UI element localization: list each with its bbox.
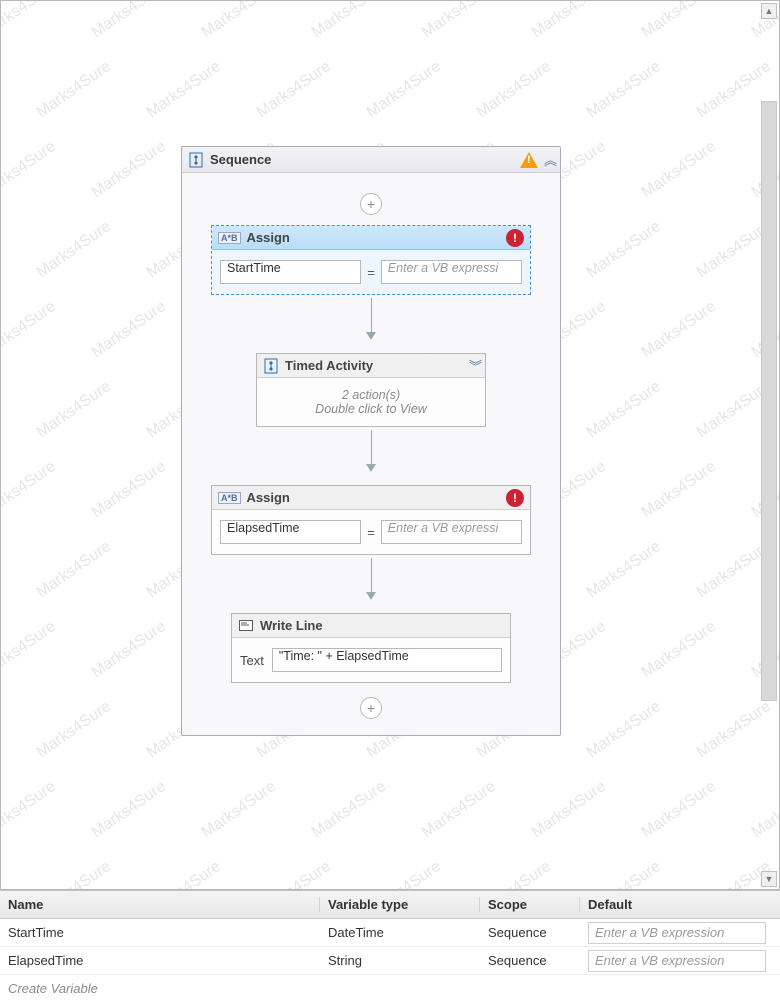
var-scope[interactable]: Sequence <box>480 953 580 968</box>
flow-arrow <box>366 427 376 475</box>
timed-actions-count: 2 action(s) <box>265 388 477 402</box>
col-scope[interactable]: Scope <box>480 897 580 912</box>
writeline-text-field[interactable]: "Time: " + ElapsedTime <box>272 648 502 672</box>
writeline-text-label: Text <box>240 653 264 668</box>
col-default[interactable]: Default <box>580 897 780 912</box>
error-icon: ! <box>506 489 524 507</box>
equals-sign: = <box>367 265 375 280</box>
writeline-header[interactable]: Write Line <box>232 614 510 638</box>
var-type[interactable]: DateTime <box>320 925 480 940</box>
flow-arrow <box>366 295 376 343</box>
variable-row[interactable]: StartTime DateTime Sequence Enter a VB e… <box>0 919 780 947</box>
collapse-icon[interactable]: ︽ <box>544 150 554 169</box>
scrollbar-thumb[interactable] <box>761 101 777 701</box>
sequence-icon <box>188 152 204 168</box>
var-default-field[interactable]: Enter a VB expression <box>588 950 766 972</box>
assign1-label: Assign <box>247 230 524 245</box>
assign2-header[interactable]: A*B Assign ! <box>212 486 530 510</box>
timed-label: Timed Activity <box>285 358 469 373</box>
writeline-icon <box>238 618 254 634</box>
writeline-activity[interactable]: Write Line Text "Time: " + ElapsedTime <box>231 613 511 683</box>
var-scope[interactable]: Sequence <box>480 925 580 940</box>
sequence-title: Sequence <box>210 152 520 167</box>
assign2-value-field[interactable]: Enter a VB expressi <box>381 520 522 544</box>
warning-icon <box>520 152 538 168</box>
add-activity-top[interactable]: + <box>360 193 382 215</box>
variable-row[interactable]: ElapsedTime String Sequence Enter a VB e… <box>0 947 780 975</box>
error-icon: ! <box>506 229 524 247</box>
timed-hint: Double click to View <box>265 402 477 416</box>
flow-arrow <box>366 555 376 603</box>
create-variable[interactable]: Create Variable <box>0 975 780 1002</box>
col-name[interactable]: Name <box>0 897 320 912</box>
var-name[interactable]: StartTime <box>0 925 320 940</box>
var-default-field[interactable]: Enter a VB expression <box>588 922 766 944</box>
sequence-activity[interactable]: Sequence ︽ + A*B Assign ! StartTime = En… <box>181 146 561 736</box>
timed-activity[interactable]: Timed Activity ︾ 2 action(s) Double clic… <box>256 353 486 427</box>
equals-sign: = <box>367 525 375 540</box>
scroll-down-button[interactable]: ▼ <box>761 871 777 887</box>
assign2-label: Assign <box>247 490 524 505</box>
add-activity-bottom[interactable]: + <box>360 697 382 719</box>
variables-header-row: Name Variable type Scope Default <box>0 891 780 919</box>
var-name[interactable]: ElapsedTime <box>0 953 320 968</box>
assign1-value-field[interactable]: Enter a VB expressi <box>381 260 522 284</box>
assign-activity-elapsedtime[interactable]: A*B Assign ! ElapsedTime = Enter a VB ex… <box>211 485 531 555</box>
assign1-to-field[interactable]: StartTime <box>220 260 361 284</box>
workflow-canvas[interactable]: Marks4SureMarks4SureMarks4SureMarks4Sure… <box>0 0 780 890</box>
sequence-header[interactable]: Sequence ︽ <box>182 147 560 173</box>
assign1-header[interactable]: A*B Assign ! <box>212 226 530 250</box>
assign-icon: A*B <box>218 232 241 244</box>
var-type[interactable]: String <box>320 953 480 968</box>
sequence-icon <box>263 358 279 374</box>
assign-activity-starttime[interactable]: A*B Assign ! StartTime = Enter a VB expr… <box>211 225 531 295</box>
assign2-to-field[interactable]: ElapsedTime <box>220 520 361 544</box>
col-type[interactable]: Variable type <box>320 897 480 912</box>
assign-icon: A*B <box>218 492 241 504</box>
expand-icon[interactable]: ︾ <box>469 356 479 375</box>
scroll-up-button[interactable]: ▲ <box>761 3 777 19</box>
variables-panel: Name Variable type Scope Default StartTi… <box>0 890 780 1002</box>
sequence-body: + A*B Assign ! StartTime = Enter a VB ex… <box>182 173 560 735</box>
writeline-label: Write Line <box>260 618 504 633</box>
timed-header[interactable]: Timed Activity ︾ <box>257 354 485 378</box>
